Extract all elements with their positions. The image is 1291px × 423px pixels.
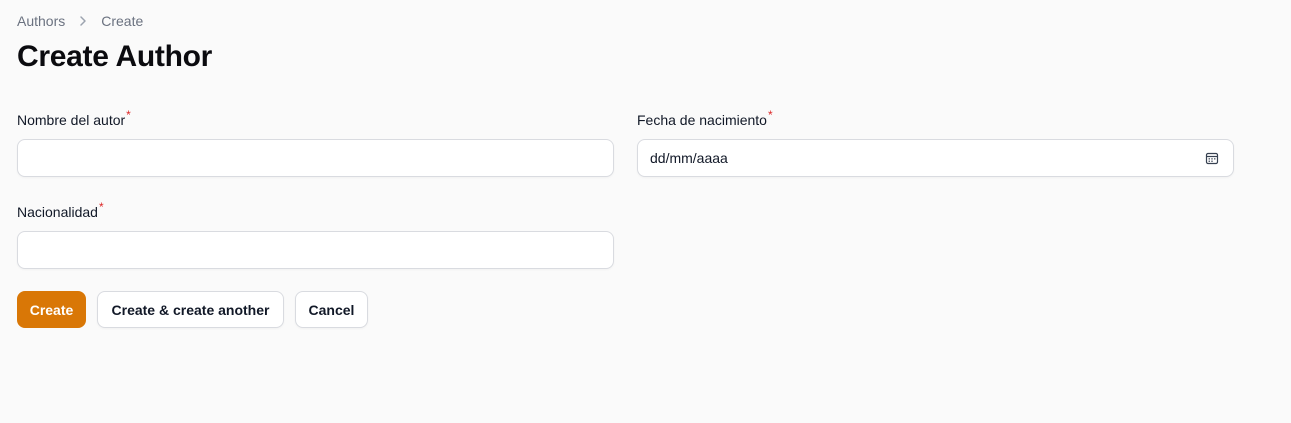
nombre-field: Nombre del autor* xyxy=(17,108,614,177)
nombre-label-text: Nombre del autor xyxy=(17,112,126,128)
cancel-button[interactable]: Cancel xyxy=(295,291,368,328)
create-another-button[interactable]: Create & create another xyxy=(97,291,284,328)
required-mark: * xyxy=(767,108,773,123)
required-mark: * xyxy=(98,200,104,215)
nacionalidad-input[interactable] xyxy=(18,232,613,268)
breadcrumb-item-authors[interactable]: Authors xyxy=(17,13,65,29)
fecha-field: Fecha de nacimiento* xyxy=(637,108,1234,177)
nacionalidad-label: Nacionalidad* xyxy=(17,200,614,222)
fecha-label: Fecha de nacimiento* xyxy=(637,108,1234,130)
fecha-input[interactable] xyxy=(638,140,1233,176)
nombre-input[interactable] xyxy=(18,140,613,176)
create-button[interactable]: Create xyxy=(17,291,86,328)
required-mark: * xyxy=(126,108,131,123)
chevron-right-icon xyxy=(73,15,93,27)
nacionalidad-field: Nacionalidad* xyxy=(17,200,614,269)
breadcrumb-item-create[interactable]: Create xyxy=(101,13,143,29)
nombre-input-wrapper xyxy=(17,139,614,177)
create-author-page: Authors Create Create Author Nombre del … xyxy=(0,0,1291,423)
fecha-label-text: Fecha de nacimiento xyxy=(637,112,767,128)
breadcrumb: Authors Create xyxy=(17,13,143,29)
fecha-input-wrapper xyxy=(637,139,1234,177)
nombre-label: Nombre del autor* xyxy=(17,108,614,130)
nacionalidad-label-text: Nacionalidad xyxy=(17,204,98,220)
nacionalidad-input-wrapper xyxy=(17,231,614,269)
form-actions: Create Create & create another Cancel xyxy=(17,291,368,328)
page-title: Create Author xyxy=(17,40,213,73)
calendar-icon[interactable] xyxy=(1205,151,1219,165)
